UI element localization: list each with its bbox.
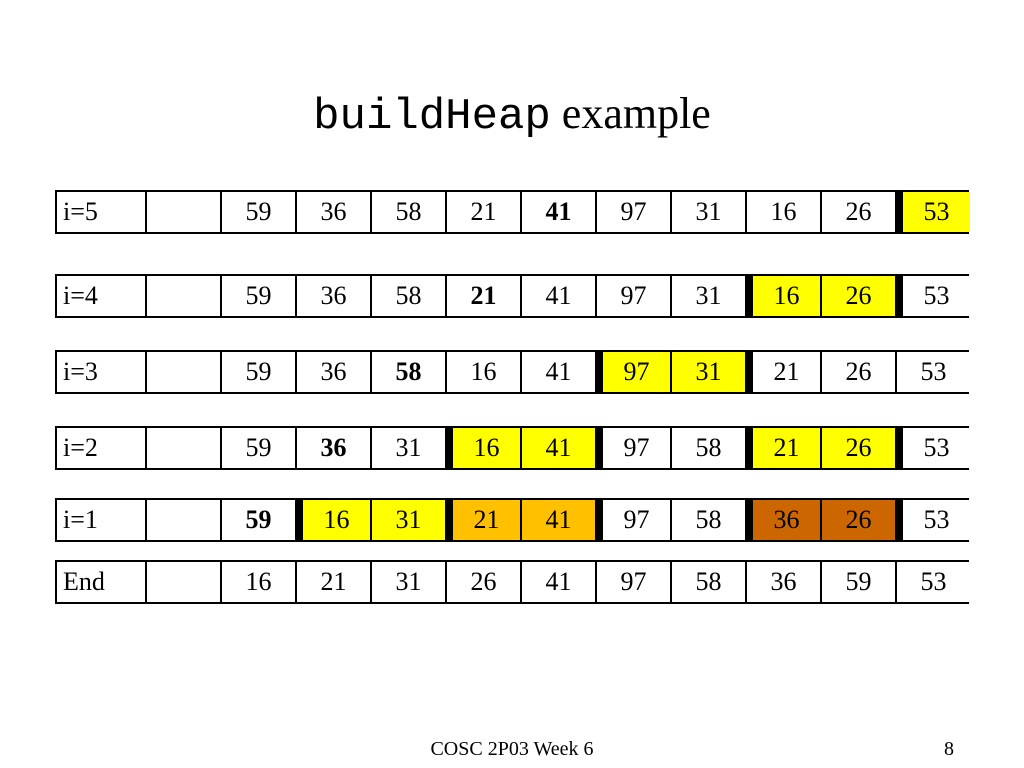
array-cell: 59 [220, 276, 295, 316]
array-cell: 59 [220, 500, 295, 540]
array-cell: 16 [445, 428, 520, 468]
array-cell: 31 [670, 192, 745, 232]
array-cell: 41 [520, 428, 595, 468]
array-cell: 36 [745, 562, 820, 602]
page-title: buildHeap example [55, 0, 969, 190]
array-rows: i=559365821419731162653i=459365821419731… [55, 190, 969, 604]
array-cell: 31 [370, 428, 445, 468]
array-cell: 16 [745, 276, 820, 316]
array-cell: 16 [745, 192, 820, 232]
array-cell: 41 [520, 192, 595, 232]
array-row: i=3 59365816419731212653 [55, 350, 969, 394]
array-cell: 31 [670, 276, 745, 316]
array-cell: 59 [220, 352, 295, 392]
array-cell: 97 [595, 562, 670, 602]
footer-course: COSC 2P03 Week 6 [0, 738, 1024, 761]
array-cell: 53 [895, 562, 970, 602]
array-cell: 58 [670, 562, 745, 602]
array-cell: 53 [895, 428, 970, 468]
row-label: i=1 [55, 500, 145, 540]
array-cell: 41 [520, 352, 595, 392]
array-cell: 26 [820, 276, 895, 316]
title-code: buildHeap [313, 92, 551, 142]
array-cell [145, 562, 220, 602]
array-row: End 16213126419758365953 [55, 560, 969, 604]
array-cell: 53 [895, 500, 970, 540]
slide: buildHeap example i=55936582141973116265… [0, 0, 1024, 768]
array-cell: 26 [820, 500, 895, 540]
array-cell [145, 276, 220, 316]
array-cell: 58 [670, 500, 745, 540]
array-cell: 97 [595, 428, 670, 468]
row-label: i=3 [55, 352, 145, 392]
array-cell: 16 [220, 562, 295, 602]
array-cell: 58 [670, 428, 745, 468]
array-cell: 26 [820, 352, 895, 392]
array-cell [145, 192, 220, 232]
array-cell: 36 [295, 192, 370, 232]
array-cell: 36 [295, 428, 370, 468]
array-cell: 36 [745, 500, 820, 540]
array-cell: 41 [520, 500, 595, 540]
array-cell: 31 [370, 500, 445, 540]
array-cell: 36 [295, 352, 370, 392]
array-cell: 53 [895, 192, 970, 232]
array-cell [145, 500, 220, 540]
array-cell: 21 [445, 276, 520, 316]
title-rest: example [551, 89, 711, 138]
array-cell [145, 352, 220, 392]
array-cell: 26 [445, 562, 520, 602]
array-cell: 26 [820, 428, 895, 468]
array-cell: 21 [745, 352, 820, 392]
array-cell: 31 [670, 352, 745, 392]
array-cell: 31 [370, 562, 445, 602]
array-cell: 97 [595, 276, 670, 316]
array-cell: 53 [895, 352, 970, 392]
array-row: i=5 59365821419731162653 [55, 190, 969, 234]
row-label: i=2 [55, 428, 145, 468]
array-cell: 59 [820, 562, 895, 602]
array-cell: 59 [220, 192, 295, 232]
footer-page: 8 [944, 738, 954, 761]
array-row: i=2 59363116419758212653 [55, 426, 969, 470]
array-row: i=4 59365821419731162653 [55, 274, 969, 318]
array-cell: 59 [220, 428, 295, 468]
array-cell: 97 [595, 352, 670, 392]
array-cell: 53 [895, 276, 970, 316]
array-cell: 58 [370, 276, 445, 316]
array-cell: 58 [370, 192, 445, 232]
array-cell: 41 [520, 562, 595, 602]
array-cell: 97 [595, 192, 670, 232]
array-cell: 21 [745, 428, 820, 468]
array-cell: 21 [445, 192, 520, 232]
array-cell: 16 [295, 500, 370, 540]
array-cell: 21 [295, 562, 370, 602]
row-label: i=5 [55, 192, 145, 232]
row-label: End [55, 562, 145, 602]
array-cell: 21 [445, 500, 520, 540]
array-cell: 36 [295, 276, 370, 316]
array-cell: 26 [820, 192, 895, 232]
array-cell: 58 [370, 352, 445, 392]
array-cell: 16 [445, 352, 520, 392]
array-cell [145, 428, 220, 468]
row-label: i=4 [55, 276, 145, 316]
array-cell: 41 [520, 276, 595, 316]
array-row: i=1 59163121419758362653 [55, 498, 969, 542]
array-cell: 97 [595, 500, 670, 540]
